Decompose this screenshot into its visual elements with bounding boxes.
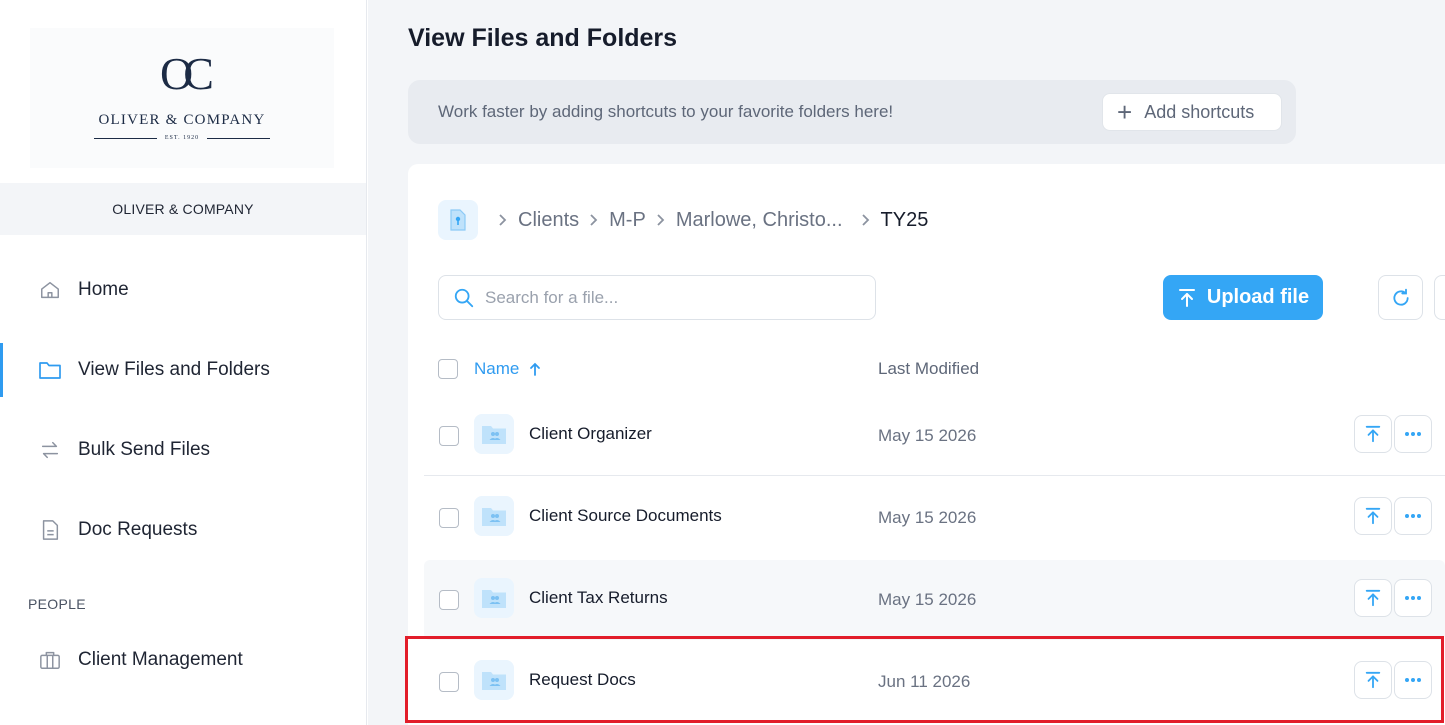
row-upload-button[interactable] [1354, 415, 1392, 453]
breadcrumb: Clients M-P Marlowe, Christo... TY25 [438, 200, 928, 240]
shortcuts-bar: Work faster by adding shortcuts to your … [408, 80, 1296, 144]
nav-item-label: Home [78, 279, 129, 300]
swap-arrows-icon [38, 438, 62, 462]
nav-item-home[interactable]: Home [0, 263, 366, 317]
table-row[interactable]: Request Docs Jun 11 2026 [424, 642, 1445, 722]
logo-est-row: EST. 1920 [94, 132, 271, 144]
folder-icon [38, 358, 62, 382]
breadcrumb-item-clients[interactable]: Clients [518, 209, 579, 232]
row-checkbox[interactable] [439, 590, 459, 610]
nav-item-bulk-send[interactable]: Bulk Send Files [0, 423, 366, 477]
breadcrumb-item-client[interactable]: Marlowe, Christo... [676, 209, 843, 232]
page-title: View Files and Folders [408, 24, 678, 52]
upload-icon [1365, 507, 1381, 525]
add-shortcuts-label: Add shortcuts [1144, 101, 1255, 122]
file-modified-date: May 15 2026 [878, 590, 977, 609]
search-icon [454, 288, 474, 307]
shared-folder-icon [474, 496, 514, 536]
logo-rule [94, 137, 157, 139]
breadcrumb-item-m-p[interactable]: M-P [609, 209, 646, 232]
main-content: View Files and Folders Work faster by ad… [368, 0, 1445, 725]
add-shortcuts-button[interactable]: + Add shortcuts [1102, 93, 1282, 131]
row-upload-button[interactable] [1354, 579, 1392, 617]
org-name-bar: OLIVER & COMPANY [0, 183, 366, 235]
chevron-right-icon [861, 213, 871, 227]
nav-item-label: Doc Requests [78, 519, 198, 540]
row-checkbox[interactable] [439, 426, 459, 446]
upload-file-label: Upload file [1206, 286, 1310, 308]
row-more-button[interactable] [1394, 415, 1432, 453]
more-horizontal-icon [1405, 432, 1421, 436]
table-row[interactable]: Client Tax Returns May 15 2026 [424, 560, 1445, 640]
logo-wordmark: OLIVER & COMPANY [98, 112, 266, 128]
row-checkbox[interactable] [439, 508, 459, 528]
row-more-button[interactable] [1394, 497, 1432, 535]
column-header-last-modified[interactable]: Last Modified [878, 352, 979, 386]
file-browser-card: Clients M-P Marlowe, Christo... TY25 Upl… [408, 164, 1445, 725]
nav-item-label: Client Management [78, 649, 243, 670]
file-name[interactable]: Client Tax Returns [529, 588, 668, 608]
chevron-right-icon [498, 213, 508, 227]
more-horizontal-icon [1405, 596, 1421, 600]
document-icon [38, 518, 62, 542]
nav-item-view-files[interactable]: View Files and Folders [0, 343, 366, 397]
nav-item-doc-requests[interactable]: Doc Requests [0, 503, 366, 557]
file-lock-icon [450, 209, 466, 231]
file-name[interactable]: Client Organizer [529, 424, 652, 444]
file-modified-date: May 15 2026 [878, 426, 977, 445]
shared-folder-icon [474, 414, 514, 454]
search-box [438, 275, 876, 320]
table-row[interactable]: Client Source Documents May 15 2026 [424, 478, 1445, 558]
chevron-right-icon [656, 213, 666, 227]
plus-icon: + [1117, 97, 1133, 127]
shortcuts-message: Work faster by adding shortcuts to your … [438, 102, 894, 121]
nav-item-label: View Files and Folders [78, 359, 270, 380]
select-all-checkbox[interactable] [438, 359, 458, 379]
add-new-button[interactable] [1434, 275, 1445, 320]
logo-est: EST. 1920 [164, 135, 200, 141]
row-more-button[interactable] [1394, 661, 1432, 699]
file-name[interactable]: Client Source Documents [529, 506, 722, 526]
file-name[interactable]: Request Docs [529, 670, 636, 690]
section-label-people: PEOPLE [28, 596, 86, 612]
briefcase-icon [38, 648, 62, 672]
nav-item-label: Bulk Send Files [78, 439, 211, 460]
upload-file-button[interactable]: Upload file [1163, 275, 1323, 320]
nav-item-client-management[interactable]: Client Management [0, 633, 366, 687]
row-upload-button[interactable] [1354, 497, 1392, 535]
arrow-up-icon [530, 362, 541, 376]
upload-icon [1365, 589, 1381, 607]
search-input[interactable] [485, 287, 865, 308]
upload-icon [1365, 425, 1381, 443]
refresh-button[interactable] [1378, 275, 1423, 320]
upload-icon [1178, 288, 1195, 307]
shared-folder-icon [474, 660, 514, 700]
file-modified-date: May 15 2026 [878, 508, 977, 527]
sidebar: OC OLIVER & COMPANY EST. 1920 OLIVER & C… [0, 0, 367, 725]
logo-rule [207, 137, 271, 139]
table-row[interactable]: Client Organizer May 15 2026 [424, 396, 1445, 476]
more-horizontal-icon [1405, 678, 1421, 682]
more-horizontal-icon [1405, 514, 1421, 518]
breadcrumb-item-current: TY25 [880, 208, 929, 231]
home-icon [38, 278, 62, 302]
breadcrumb-root-button[interactable] [438, 200, 478, 240]
shared-folder-icon [474, 578, 514, 618]
file-modified-date: Jun 11 2026 [878, 672, 971, 691]
logo-monogram: OC [160, 48, 214, 99]
table-header: Name [438, 352, 541, 386]
row-more-button[interactable] [1394, 579, 1432, 617]
row-checkbox[interactable] [439, 672, 459, 692]
refresh-icon [1392, 288, 1409, 306]
column-header-name[interactable]: Name [474, 359, 519, 379]
chevron-right-icon [589, 213, 599, 227]
company-logo[interactable]: OC OLIVER & COMPANY EST. 1920 [30, 28, 334, 168]
upload-icon [1365, 671, 1381, 689]
row-upload-button[interactable] [1354, 661, 1392, 699]
